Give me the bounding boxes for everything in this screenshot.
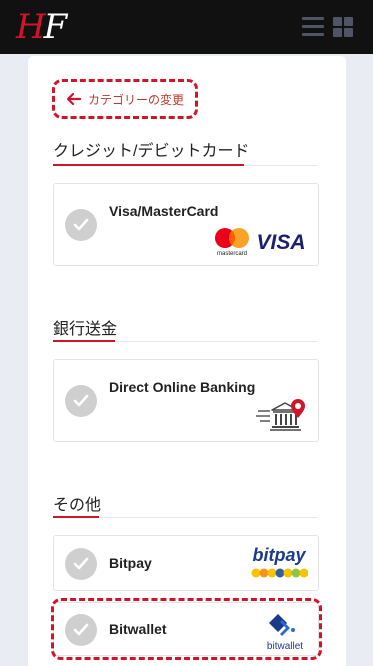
payment-option-label: Direct Online Banking [109, 379, 256, 395]
change-category-label: カテゴリーの変更 [88, 92, 185, 107]
payment-option-direct-online-banking[interactable]: Direct Online Banking [53, 359, 319, 442]
bitpay-logo-icon: bitpay [251, 545, 308, 578]
bitwallet-logo-icon: bitwallet [267, 614, 303, 651]
change-category-button[interactable]: カテゴリーの変更 [52, 79, 198, 119]
brand-logo[interactable]: HF [16, 7, 68, 47]
bitpay-logo-text: bitpay [252, 545, 306, 565]
top-bar: HF [0, 0, 373, 54]
arrow-left-icon [67, 93, 81, 105]
logo-letter-h: H [16, 7, 46, 47]
bank-building-icon [256, 399, 305, 431]
payment-option-label: Visa/MasterCard [109, 203, 219, 219]
check-icon [65, 614, 97, 646]
check-icon [65, 209, 97, 241]
section-underline [53, 516, 99, 518]
section-title-cards: クレジット/デビットカード [53, 143, 250, 160]
payment-option-label: Bitpay [109, 555, 152, 571]
hamburger-menu-icon[interactable] [302, 17, 324, 37]
payment-option-visa-mastercard[interactable]: Visa/MasterCard mastercard VISA [53, 183, 319, 266]
payment-option-bitpay[interactable]: Bitpay bitpay [53, 535, 319, 591]
grid-menu-icon[interactable] [333, 17, 353, 37]
check-icon [65, 548, 97, 580]
section-underline [53, 164, 244, 166]
section-title-bank: 銀行送金 [53, 321, 118, 338]
mastercard-logo-icon: mastercard [215, 228, 249, 256]
visa-logo-text: VISA [256, 231, 305, 252]
payment-option-bitwallet[interactable]: Bitwallet bitwallet [53, 602, 319, 656]
check-icon [65, 385, 97, 417]
payment-option-label: Bitwallet [109, 621, 167, 637]
section-title-other: その他 [53, 497, 102, 514]
bitwallet-logo-text: bitwallet [267, 641, 303, 651]
section-underline [53, 340, 115, 342]
mastercard-logo-text: mastercard [217, 251, 247, 256]
logo-letter-f: F [43, 7, 68, 47]
visa-logo-icon: VISA [256, 231, 305, 252]
